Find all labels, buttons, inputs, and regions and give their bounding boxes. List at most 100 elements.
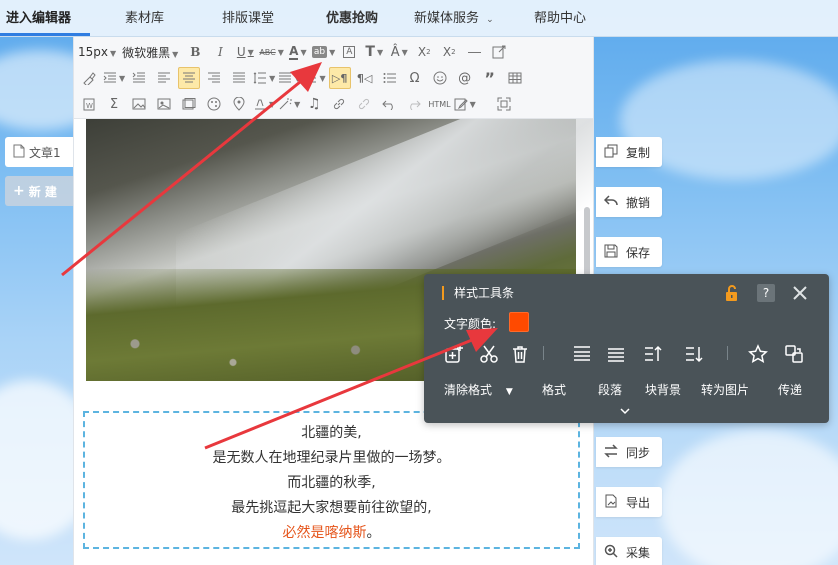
save-icon xyxy=(604,244,618,261)
link-icon[interactable] xyxy=(328,93,350,115)
photo-icon[interactable] xyxy=(153,93,175,115)
underline-icon[interactable]: U ▼ xyxy=(234,41,256,63)
collect-icon xyxy=(604,544,618,561)
font-family-select[interactable]: 微软雅黑 ▼ xyxy=(122,44,178,61)
rtl-icon[interactable]: ¶◁ xyxy=(354,67,376,89)
export-button[interactable]: 导出 xyxy=(596,487,662,517)
nav-item-promotion[interactable]: 优惠抢购 xyxy=(326,0,378,37)
format-brush-icon[interactable] xyxy=(78,67,100,89)
clear-format-dropdown[interactable]: 清除格式 ▼ xyxy=(444,381,513,398)
collect-button[interactable]: 采集 xyxy=(596,537,662,565)
undo-icon[interactable] xyxy=(378,93,400,115)
text-color-label: 文字颜色: xyxy=(444,317,497,331)
transfer-icon[interactable] xyxy=(784,344,804,364)
align-left-icon[interactable] xyxy=(153,67,175,89)
spacing-up-icon[interactable] xyxy=(643,344,663,364)
table-icon[interactable] xyxy=(504,67,526,89)
list-icon[interactable] xyxy=(379,67,401,89)
font-color-icon[interactable]: A ▼ xyxy=(287,41,309,63)
align-middle-icon[interactable] xyxy=(606,344,626,364)
background-color-icon[interactable]: ab ▼ xyxy=(311,41,335,63)
line-height-icon[interactable]: ▼ xyxy=(253,67,275,89)
highlight-tail: 。 xyxy=(366,525,381,541)
editor-toolbar: 15px ▼ 微软雅黑 ▼ B I U ▼ ABC ▼ A ▼ ab ▼ A T ▼ Â ▼ … xyxy=(74,37,593,119)
font-size-select[interactable]: 15px ▼ xyxy=(78,45,116,59)
bold-icon[interactable]: B xyxy=(184,41,206,63)
top-navigation: 进入编辑器 素材库 排版课堂 优惠抢购 新媒体服务 ⌄ 帮助中心 xyxy=(0,0,838,37)
sync-icon xyxy=(604,443,618,461)
align-top-icon[interactable] xyxy=(572,344,592,364)
subscript-icon[interactable]: X2 xyxy=(438,41,460,63)
nav-item-materials[interactable]: 素材库 xyxy=(125,0,164,37)
font-size-value: 15px xyxy=(78,45,108,59)
nav-item-media-services[interactable]: 新媒体服务 ⌄ xyxy=(414,0,494,37)
new-button-label: 新 建 xyxy=(28,184,57,199)
align-center-icon[interactable] xyxy=(178,67,201,89)
trash-icon[interactable] xyxy=(510,344,530,364)
undo-label: 撤销 xyxy=(626,195,651,210)
nav-item-editor[interactable]: 进入编辑器 xyxy=(6,0,71,37)
format-button[interactable]: 格式 xyxy=(542,381,566,398)
undo-icon xyxy=(603,194,618,211)
clear-format-label: 清除格式 xyxy=(444,383,493,397)
html-icon[interactable]: HTML xyxy=(428,93,450,115)
emoji-icon[interactable] xyxy=(429,67,451,89)
gallery-icon[interactable] xyxy=(178,93,200,115)
superscript-icon[interactable]: X2 xyxy=(413,41,435,63)
align-justify-icon[interactable] xyxy=(228,67,250,89)
clear-format-icon[interactable]: ▼ xyxy=(253,93,275,115)
italic-icon[interactable]: I xyxy=(209,41,231,63)
palette-icon[interactable] xyxy=(203,93,225,115)
close-icon[interactable] xyxy=(790,283,810,303)
at-icon[interactable]: @ xyxy=(454,67,476,89)
ltr-icon[interactable]: ▷¶ xyxy=(328,67,351,89)
fullscreen-icon[interactable] xyxy=(493,93,515,115)
strikethrough-icon[interactable]: ABC ▼ xyxy=(259,41,284,63)
horizontal-rule-icon[interactable] xyxy=(463,41,485,63)
nav-item-help[interactable]: 帮助中心 xyxy=(534,0,586,37)
pass-button[interactable]: 传递 xyxy=(778,381,802,398)
sum-icon[interactable]: Σ xyxy=(103,93,125,115)
add-icon[interactable] xyxy=(444,344,464,364)
block-background-button[interactable]: 块背景 xyxy=(645,381,681,398)
lock-open-icon[interactable] xyxy=(723,284,741,302)
redo-icon[interactable] xyxy=(403,93,425,115)
export-icon xyxy=(604,494,618,511)
article-tab[interactable]: 文章1 xyxy=(5,137,73,167)
scissors-icon[interactable] xyxy=(479,344,499,364)
align-right-icon[interactable] xyxy=(203,67,225,89)
letter-spacing-icon[interactable]: ▼ xyxy=(278,67,300,89)
border-text-icon[interactable]: A xyxy=(338,41,360,63)
help-button[interactable]: ? xyxy=(757,284,775,302)
chevron-down-icon[interactable] xyxy=(619,405,631,415)
selected-text-block[interactable]: 北疆的美, 是无数人在地理纪录片里做的一场梦。 而北疆的秋季, 最先挑逗起大家想… xyxy=(83,411,580,549)
text-color-swatch[interactable] xyxy=(509,312,529,332)
line-indent-icon[interactable] xyxy=(128,67,150,89)
image-icon[interactable] xyxy=(128,93,150,115)
copy-button[interactable]: 复制 xyxy=(596,137,662,167)
toolbar-row-2: ▼ ▼ ▼ ▼ ▷¶ ¶◁ Ω @ ” xyxy=(78,66,529,90)
star-icon[interactable] xyxy=(748,344,768,364)
new-article-button[interactable]: + 新 建 xyxy=(5,176,73,206)
indent-icon[interactable]: ▼ xyxy=(103,67,125,89)
text-size-icon[interactable]: T ▼ xyxy=(363,41,385,63)
save-button[interactable]: 保存 xyxy=(596,237,662,267)
edit-icon[interactable]: ▼ xyxy=(454,93,476,115)
music-icon[interactable]: ♫ xyxy=(303,93,325,115)
convert-to-image-button[interactable]: 转为图片 xyxy=(701,381,749,398)
quote-icon[interactable]: ” xyxy=(479,67,501,89)
text-scale-icon[interactable]: Â ▼ xyxy=(388,41,410,63)
nav-item-classroom[interactable]: 排版课堂 xyxy=(222,0,274,37)
unlink-icon[interactable] xyxy=(353,93,375,115)
spacing-down-icon[interactable] xyxy=(684,344,704,364)
paragraph-button[interactable]: 段落 xyxy=(598,381,622,398)
undo-button[interactable]: 撤销 xyxy=(596,187,662,217)
toolbar-row-3: W Σ ▼ ▼ ♫ HTML ▼ xyxy=(78,92,518,116)
location-icon[interactable] xyxy=(228,93,250,115)
sync-button[interactable]: 同步 xyxy=(596,437,662,467)
special-char-icon[interactable]: Ω xyxy=(404,67,426,89)
magic-icon[interactable]: ▼ xyxy=(278,93,300,115)
edit-link-icon[interactable] xyxy=(488,41,510,63)
paragraph-spacing-icon[interactable]: ▼ xyxy=(303,67,326,89)
paste-word-icon[interactable]: W xyxy=(78,93,100,115)
